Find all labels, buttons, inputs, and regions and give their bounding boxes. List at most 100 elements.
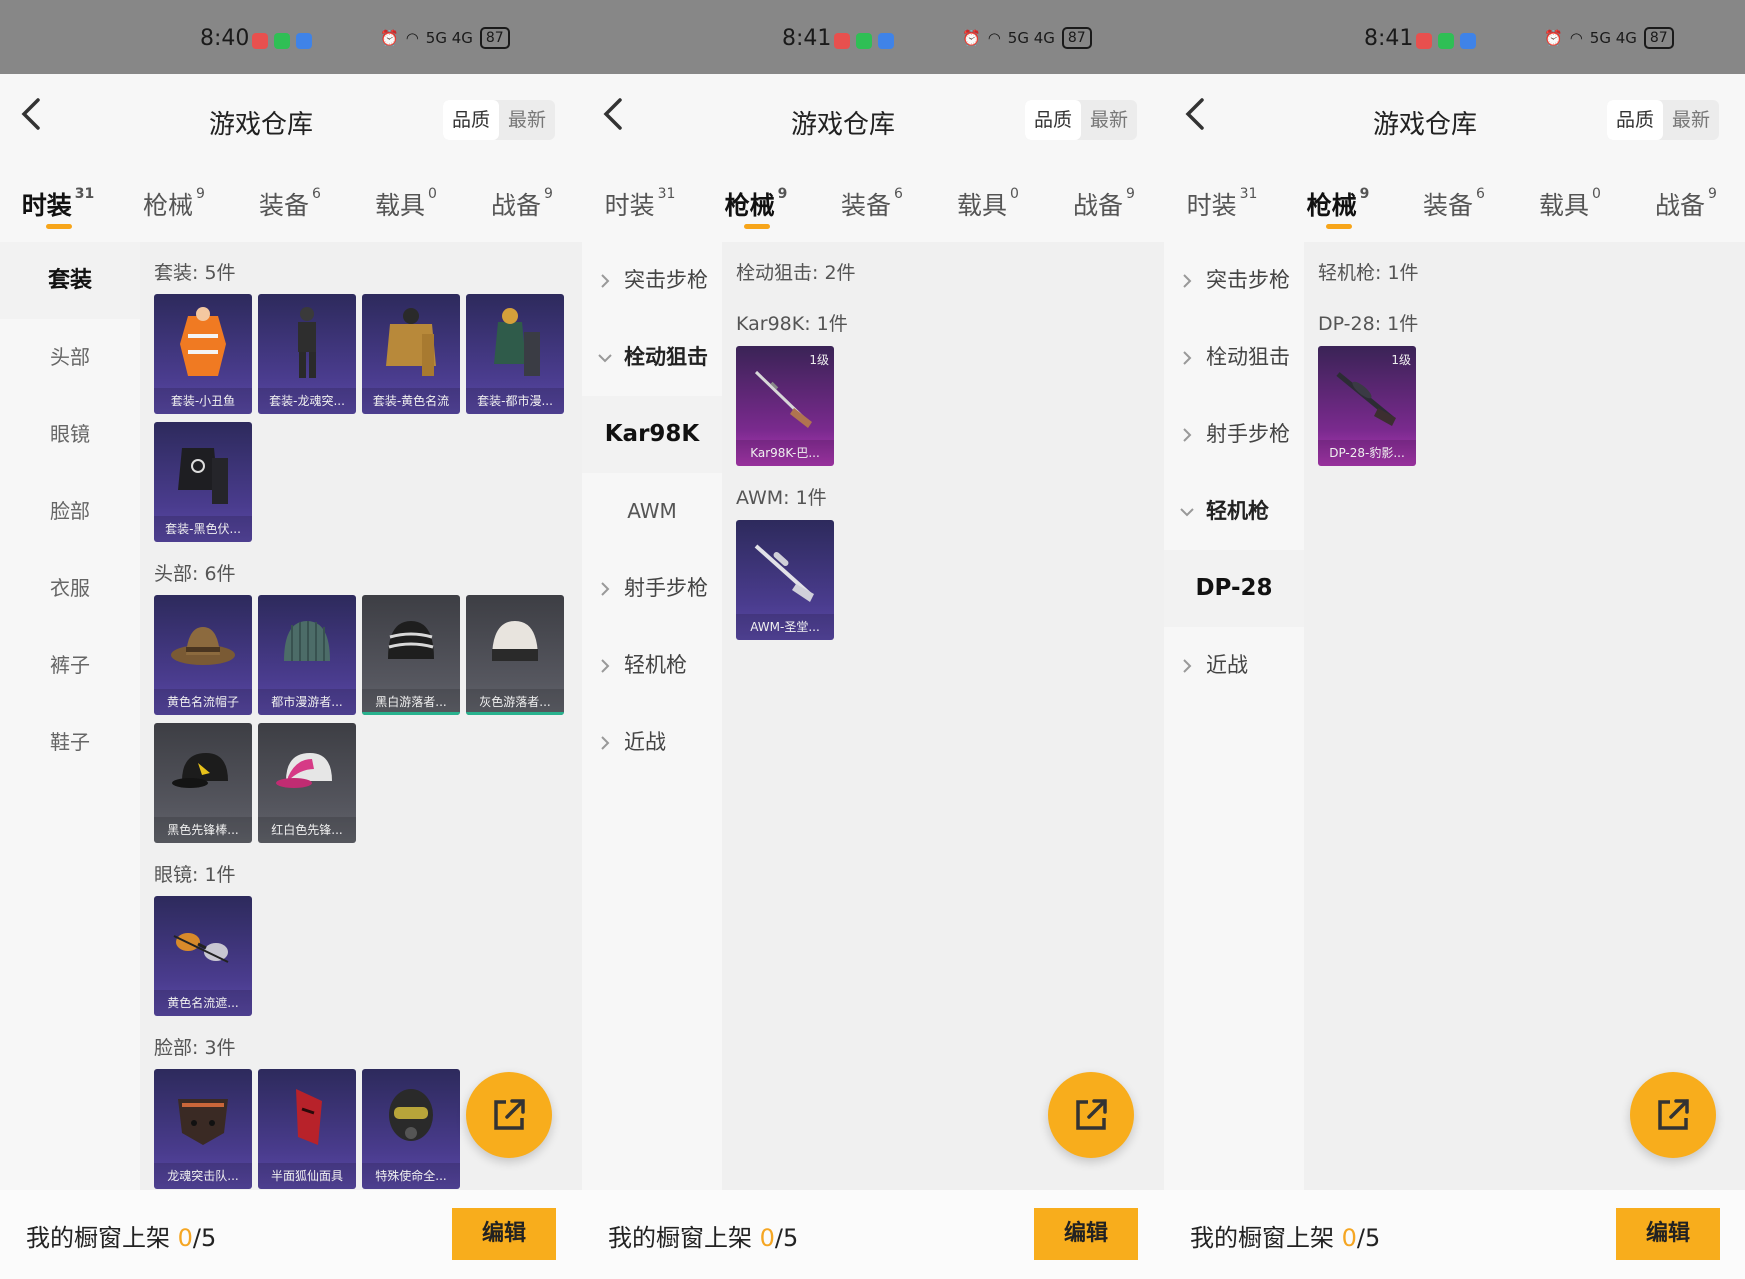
item-grid: 栓动狙击: 2件 Kar98K: 1件 1级 Kar98K-巴... AWM: … (722, 242, 1164, 1190)
chat-notification-icon (856, 33, 872, 49)
item-card[interactable]: 套装-黑色伏... (154, 422, 252, 542)
screen-firearms-sniper: 8:41 ⏰ ◠ 5G 4G 87 游戏仓库 品质 最新 时装 31 枪械 9 … (582, 0, 1164, 1279)
signal-icon: 5G 4G (1007, 29, 1055, 47)
sidebar-item-face[interactable]: 脸部 (0, 473, 140, 550)
item-label: Kar98K-巴... (736, 440, 834, 466)
edit-button[interactable]: 编辑 (1616, 1208, 1720, 1260)
sidebar-group-lmg[interactable]: 轻机枪 (1164, 473, 1304, 550)
sidebar-group-bolt-sniper[interactable]: 栓动狙击 (1164, 319, 1304, 396)
gray-beanie-icon (492, 621, 538, 661)
item-label: 黑色先锋棒... (154, 817, 252, 843)
item-card[interactable]: AWM-圣堂... (736, 520, 834, 640)
sidebar-group-melee[interactable]: 近战 (1164, 627, 1304, 704)
item-card[interactable]: 黑白游落者... (362, 595, 460, 715)
tab-vehicles[interactable]: 载具 0 (930, 166, 1046, 242)
item-level: 1级 (1391, 353, 1411, 367)
item-card[interactable]: 都市漫游者... (258, 595, 356, 715)
tab-firearms[interactable]: 枪械 9 (1280, 166, 1396, 242)
tab-vehicles[interactable]: 载具 0 (1512, 166, 1628, 242)
app-notification-icon (1416, 33, 1432, 49)
chevron-right-icon (1183, 350, 1192, 365)
soldier-suit-icon (298, 307, 316, 378)
tab-equipment[interactable]: 装备 6 (814, 166, 930, 242)
chevron-right-icon (601, 658, 610, 673)
share-button[interactable] (466, 1072, 552, 1158)
item-card[interactable]: 灰色游落者... (466, 595, 564, 715)
tab-firearms[interactable]: 枪械 9 (116, 166, 232, 242)
black-cap-icon (172, 753, 228, 788)
share-button[interactable] (1048, 1072, 1134, 1158)
item-card[interactable]: 套装-龙魂突... (258, 294, 356, 414)
item-card[interactable]: 1级 Kar98K-巴... (736, 346, 834, 466)
sidebar-group-lmg[interactable]: 轻机枪 (582, 627, 722, 704)
share-button[interactable] (1630, 1072, 1716, 1158)
sidebar-item-dp28[interactable]: DP-28 (1164, 550, 1304, 627)
tab-supplies[interactable]: 战备 9 (1628, 166, 1744, 242)
item-grid: 套装: 5件 套装-小丑鱼 套装-龙魂突... 套装-黄色名流 套装-都市漫..… (140, 242, 582, 1190)
tab-firearms[interactable]: 枪械 9 (698, 166, 814, 242)
tab-outfits[interactable]: 时装 31 (582, 166, 698, 242)
sidebar-group-melee[interactable]: 近战 (582, 704, 722, 781)
sort-latest-button[interactable]: 最新 (1081, 100, 1137, 140)
tab-supplies[interactable]: 战备 9 (464, 166, 580, 242)
item-card[interactable]: 黄色名流遮... (154, 896, 252, 1016)
item-card[interactable]: 套装-黄色名流 (362, 294, 460, 414)
browser-notification-icon (296, 33, 312, 49)
item-card[interactable]: 半面狐仙面具 (258, 1069, 356, 1189)
item-card[interactable]: 红白色先锋... (258, 723, 356, 843)
edit-button[interactable]: 编辑 (1034, 1208, 1138, 1260)
item-label: 套装-黄色名流 (362, 388, 460, 414)
chevron-down-icon (598, 353, 612, 362)
sidebar-item-clothes[interactable]: 衣服 (0, 550, 140, 627)
notification-icons (834, 33, 894, 49)
sidebar-item-pants[interactable]: 裤子 (0, 627, 140, 704)
sidebar-group-bolt-sniper[interactable]: 栓动狙击 (582, 319, 722, 396)
sidebar-item-suits[interactable]: 套装 (0, 242, 140, 319)
tab-equipment[interactable]: 装备 6 (1396, 166, 1512, 242)
tab-vehicles[interactable]: 载具 0 (348, 166, 464, 242)
sort-latest-button[interactable]: 最新 (499, 100, 555, 140)
urban-suit-icon (494, 308, 540, 376)
sidebar-group-marksman-rifle[interactable]: 射手步枪 (1164, 396, 1304, 473)
sidebar-item-head[interactable]: 头部 (0, 319, 140, 396)
sidebar-item-glasses[interactable]: 眼镜 (0, 396, 140, 473)
header: 游戏仓库 品质 最新 (1164, 74, 1745, 166)
status-bar: 8:41 ⏰ ◠ 5G 4G 87 (582, 0, 1164, 74)
item-card[interactable]: 特殊使命全... (362, 1069, 460, 1189)
sidebar-item-awm[interactable]: AWM (582, 473, 722, 550)
app-notification-icon (834, 33, 850, 49)
item-card[interactable]: 黄色名流帽子 (154, 595, 252, 715)
sort-quality-button[interactable]: 品质 (443, 100, 499, 140)
sort-quality-button[interactable]: 品质 (1025, 100, 1081, 140)
item-label: 半面狐仙面具 (258, 1163, 356, 1189)
item-card[interactable]: 1级 DP-28-豹影... (1318, 346, 1416, 466)
sort-latest-button[interactable]: 最新 (1663, 100, 1719, 140)
section-title: Kar98K: 1件 (736, 313, 848, 335)
status-right: ⏰ ◠ 5G 4G 87 (1544, 27, 1674, 49)
showcase-status: 我的橱窗上架 0/5 (1190, 1224, 1381, 1252)
rarity-bar (466, 712, 564, 715)
sidebar-group-assault-rifle[interactable]: 突击步枪 (1164, 242, 1304, 319)
status-time: 8:40 (200, 26, 250, 51)
item-card[interactable]: 龙魂突击队... (154, 1069, 252, 1189)
bottom-bar: 我的橱窗上架 0/5 编辑 (1164, 1190, 1745, 1279)
sidebar-group-assault-rifle[interactable]: 突击步枪 (582, 242, 722, 319)
showcase-count: 0 (759, 1224, 775, 1252)
item-card[interactable]: 黑色先锋棒... (154, 723, 252, 843)
showcase-status: 我的橱窗上架 0/5 (26, 1224, 217, 1252)
share-icon (494, 1099, 525, 1130)
tab-equipment[interactable]: 装备 6 (232, 166, 348, 242)
sidebar-item-kar98k[interactable]: Kar98K (582, 396, 722, 473)
sidebar-item-shoes[interactable]: 鞋子 (0, 704, 140, 781)
tab-outfits[interactable]: 时装 31 (0, 166, 116, 242)
sidebar-group-marksman-rifle[interactable]: 射手步枪 (582, 550, 722, 627)
showcase-status: 我的橱窗上架 0/5 (608, 1224, 799, 1252)
sniper-rifle-icon (754, 544, 814, 602)
status-right: ⏰ ◠ 5G 4G 87 (380, 27, 510, 49)
tab-outfits[interactable]: 时装 31 (1164, 166, 1280, 242)
item-card[interactable]: 套装-小丑鱼 (154, 294, 252, 414)
item-card[interactable]: 套装-都市漫... (466, 294, 564, 414)
tab-supplies[interactable]: 战备 9 (1046, 166, 1162, 242)
edit-button[interactable]: 编辑 (452, 1208, 556, 1260)
sort-quality-button[interactable]: 品质 (1607, 100, 1663, 140)
